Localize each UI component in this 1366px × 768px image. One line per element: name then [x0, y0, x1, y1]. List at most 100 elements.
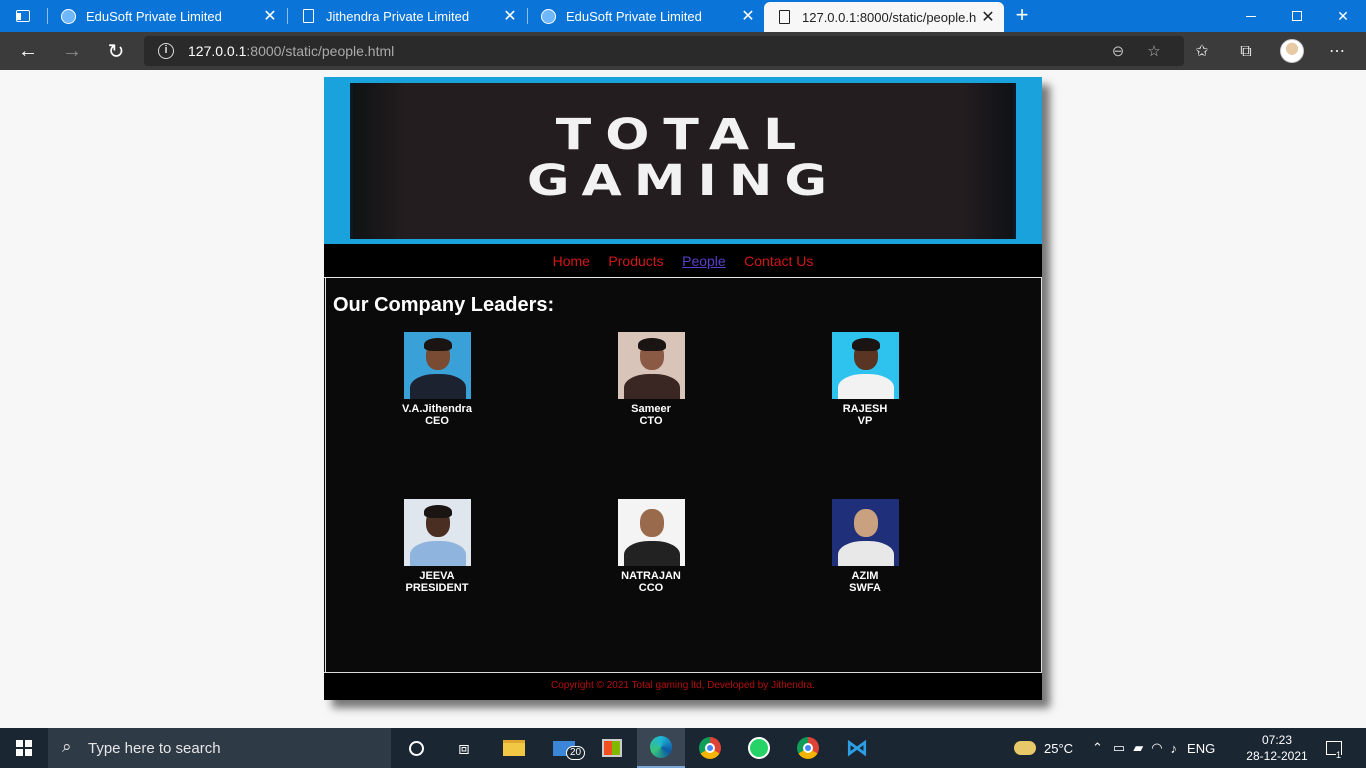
- clock[interactable]: 07:23 28-12-2021: [1244, 732, 1310, 764]
- new-tab-button[interactable]: +: [1010, 4, 1034, 28]
- search-placeholder: Type here to search: [88, 740, 221, 757]
- close-tab-icon[interactable]: ✕: [258, 6, 282, 26]
- minimize-icon: [1246, 15, 1256, 17]
- globe-icon: [60, 8, 76, 24]
- favorites-icon[interactable]: ✩: [1191, 41, 1213, 63]
- tab-title: Jithendra Private Limited: [326, 8, 470, 24]
- url-text[interactable]: 127.0.0.1:8000/static/people.html: [188, 43, 394, 59]
- tab-title: EduSoft Private Limited: [86, 8, 222, 24]
- refresh-icon: ↻: [107, 40, 125, 63]
- banner-title-line2: GAMING: [526, 156, 840, 206]
- cortana-icon: [408, 740, 424, 756]
- volume-icon[interactable]: ♪: [1171, 741, 1178, 756]
- weather-temp: 25°C: [1044, 740, 1074, 756]
- chrome-button[interactable]: [686, 728, 734, 768]
- taskbar-search[interactable]: ⌕ Type here to search: [48, 728, 391, 768]
- site-nav: Home Products People Contact Us: [324, 244, 1042, 278]
- nav-people-link[interactable]: People: [682, 244, 726, 278]
- tab-3[interactable]: EduSoft Private Limited ✕: [528, 0, 764, 32]
- whatsapp-button[interactable]: [735, 728, 783, 768]
- meet-now-icon[interactable]: ▭: [1113, 740, 1125, 756]
- tab-1[interactable]: EduSoft Private Limited ✕: [48, 0, 286, 32]
- nav-home-link[interactable]: Home: [553, 244, 590, 278]
- notification-badge: 1: [1336, 750, 1342, 760]
- battery-icon[interactable]: ▰: [1133, 740, 1143, 756]
- back-button[interactable]: ←: [13, 37, 43, 65]
- weather-widget[interactable]: 25°C: [1014, 728, 1073, 768]
- taskbar: ⌕ Type here to search ⧈ 20 ⋈ 25°C ⌃ ▭ ▰ …: [0, 728, 1366, 768]
- store-button[interactable]: [588, 728, 636, 768]
- chrome-icon: [699, 737, 721, 759]
- vscode-icon: ⋈: [846, 735, 868, 760]
- clock-time: 07:23: [1261, 733, 1293, 747]
- person-photo: [617, 332, 685, 399]
- page-heading: Our Company Leaders:: [333, 294, 555, 316]
- file-explorer-button[interactable]: [490, 728, 538, 768]
- profile-avatar[interactable]: [1280, 39, 1304, 63]
- site-info-icon[interactable]: i: [158, 43, 174, 59]
- start-button[interactable]: [0, 728, 48, 768]
- clock-date: 28-12-2021: [1246, 749, 1308, 763]
- person-name: JEEVA: [419, 570, 455, 582]
- forward-button[interactable]: →: [57, 37, 87, 65]
- close-tab-icon[interactable]: ✕: [736, 6, 760, 26]
- tab-2[interactable]: Jithendra Private Limited ✕: [288, 0, 526, 32]
- chrome-icon: [797, 737, 819, 759]
- person-card: AZIM SWFA: [805, 499, 925, 594]
- edge-button[interactable]: [637, 728, 685, 768]
- person-card: JEEVA PRESIDENT: [377, 499, 497, 594]
- nav-products-link[interactable]: Products: [608, 244, 663, 278]
- url-path: :8000/static/people.html: [246, 43, 395, 59]
- show-hidden-icons-icon[interactable]: ⌃: [1092, 740, 1103, 756]
- tray-icons: ⌃ ▭ ▰ ◠ ♪ ENG: [1092, 728, 1215, 768]
- person-role: SWFA: [849, 582, 881, 594]
- search-icon: ⌕: [62, 737, 72, 756]
- restore-button[interactable]: [1274, 0, 1320, 32]
- person-name: AZIM: [851, 570, 879, 582]
- notifications-button[interactable]: 1: [1322, 728, 1346, 768]
- page-icon: [300, 8, 316, 24]
- minimize-button[interactable]: [1228, 0, 1274, 32]
- forward-arrow-icon: →: [62, 39, 82, 62]
- zoom-icon[interactable]: ⊖: [1108, 42, 1128, 62]
- person-name: Sameer: [631, 403, 671, 415]
- banner-title-line1: TOTAL: [555, 110, 811, 160]
- tab-actions-button[interactable]: [8, 4, 38, 28]
- address-bar[interactable]: i 127.0.0.1:8000/static/people.html ⊖ ☆: [144, 36, 1184, 66]
- windows-logo-icon: [16, 740, 32, 756]
- task-view-button[interactable]: ⧈: [440, 728, 488, 768]
- close-tab-icon[interactable]: ✕: [976, 7, 1000, 27]
- tab-4-active[interactable]: 127.0.0.1:8000/static/people.html ✕: [764, 2, 1004, 32]
- task-view-icon: ⧈: [458, 737, 470, 758]
- back-arrow-icon: ←: [18, 39, 38, 62]
- person-name: NATRAJAN: [621, 570, 681, 582]
- nav-contact-link[interactable]: Contact Us: [744, 244, 813, 278]
- collections-icon[interactable]: ⧉: [1235, 41, 1257, 63]
- tab-title: 127.0.0.1:8000/static/people.html: [802, 9, 976, 25]
- close-window-button[interactable]: ✕: [1320, 0, 1366, 32]
- banner-logo: TOTAL GAMING: [350, 83, 1016, 239]
- vscode-button[interactable]: ⋈: [833, 728, 881, 768]
- person-role: PRESIDENT: [405, 582, 469, 594]
- close-tab-icon[interactable]: ✕: [498, 6, 522, 26]
- add-favorite-icon[interactable]: ☆: [1144, 42, 1164, 62]
- site-container: TOTAL GAMING Home Products People Contac…: [324, 77, 1042, 700]
- person-role: CEO: [425, 415, 449, 427]
- refresh-button[interactable]: ↻: [101, 37, 131, 65]
- network-icon[interactable]: ◠: [1151, 740, 1162, 756]
- site-banner: TOTAL GAMING: [324, 77, 1042, 244]
- language-indicator[interactable]: ENG: [1187, 741, 1215, 756]
- chrome-button-2[interactable]: [784, 728, 832, 768]
- more-menu-icon[interactable]: ⋯: [1326, 41, 1348, 63]
- person-photo: [403, 332, 471, 399]
- person-role: CTO: [639, 415, 663, 427]
- weather-cloud-icon: [1014, 741, 1036, 755]
- restore-icon: [1292, 11, 1302, 21]
- globe-icon: [540, 8, 556, 24]
- person-photo: [617, 499, 685, 566]
- mail-button[interactable]: 20: [540, 728, 588, 768]
- main-content: Our Company Leaders: V.A.Jithendra CEO S…: [325, 278, 1042, 672]
- address-toolbar: ← → ↻ i 127.0.0.1:8000/static/people.htm…: [0, 32, 1366, 70]
- cortana-button[interactable]: [392, 728, 440, 768]
- person-name: V.A.Jithendra: [402, 403, 472, 415]
